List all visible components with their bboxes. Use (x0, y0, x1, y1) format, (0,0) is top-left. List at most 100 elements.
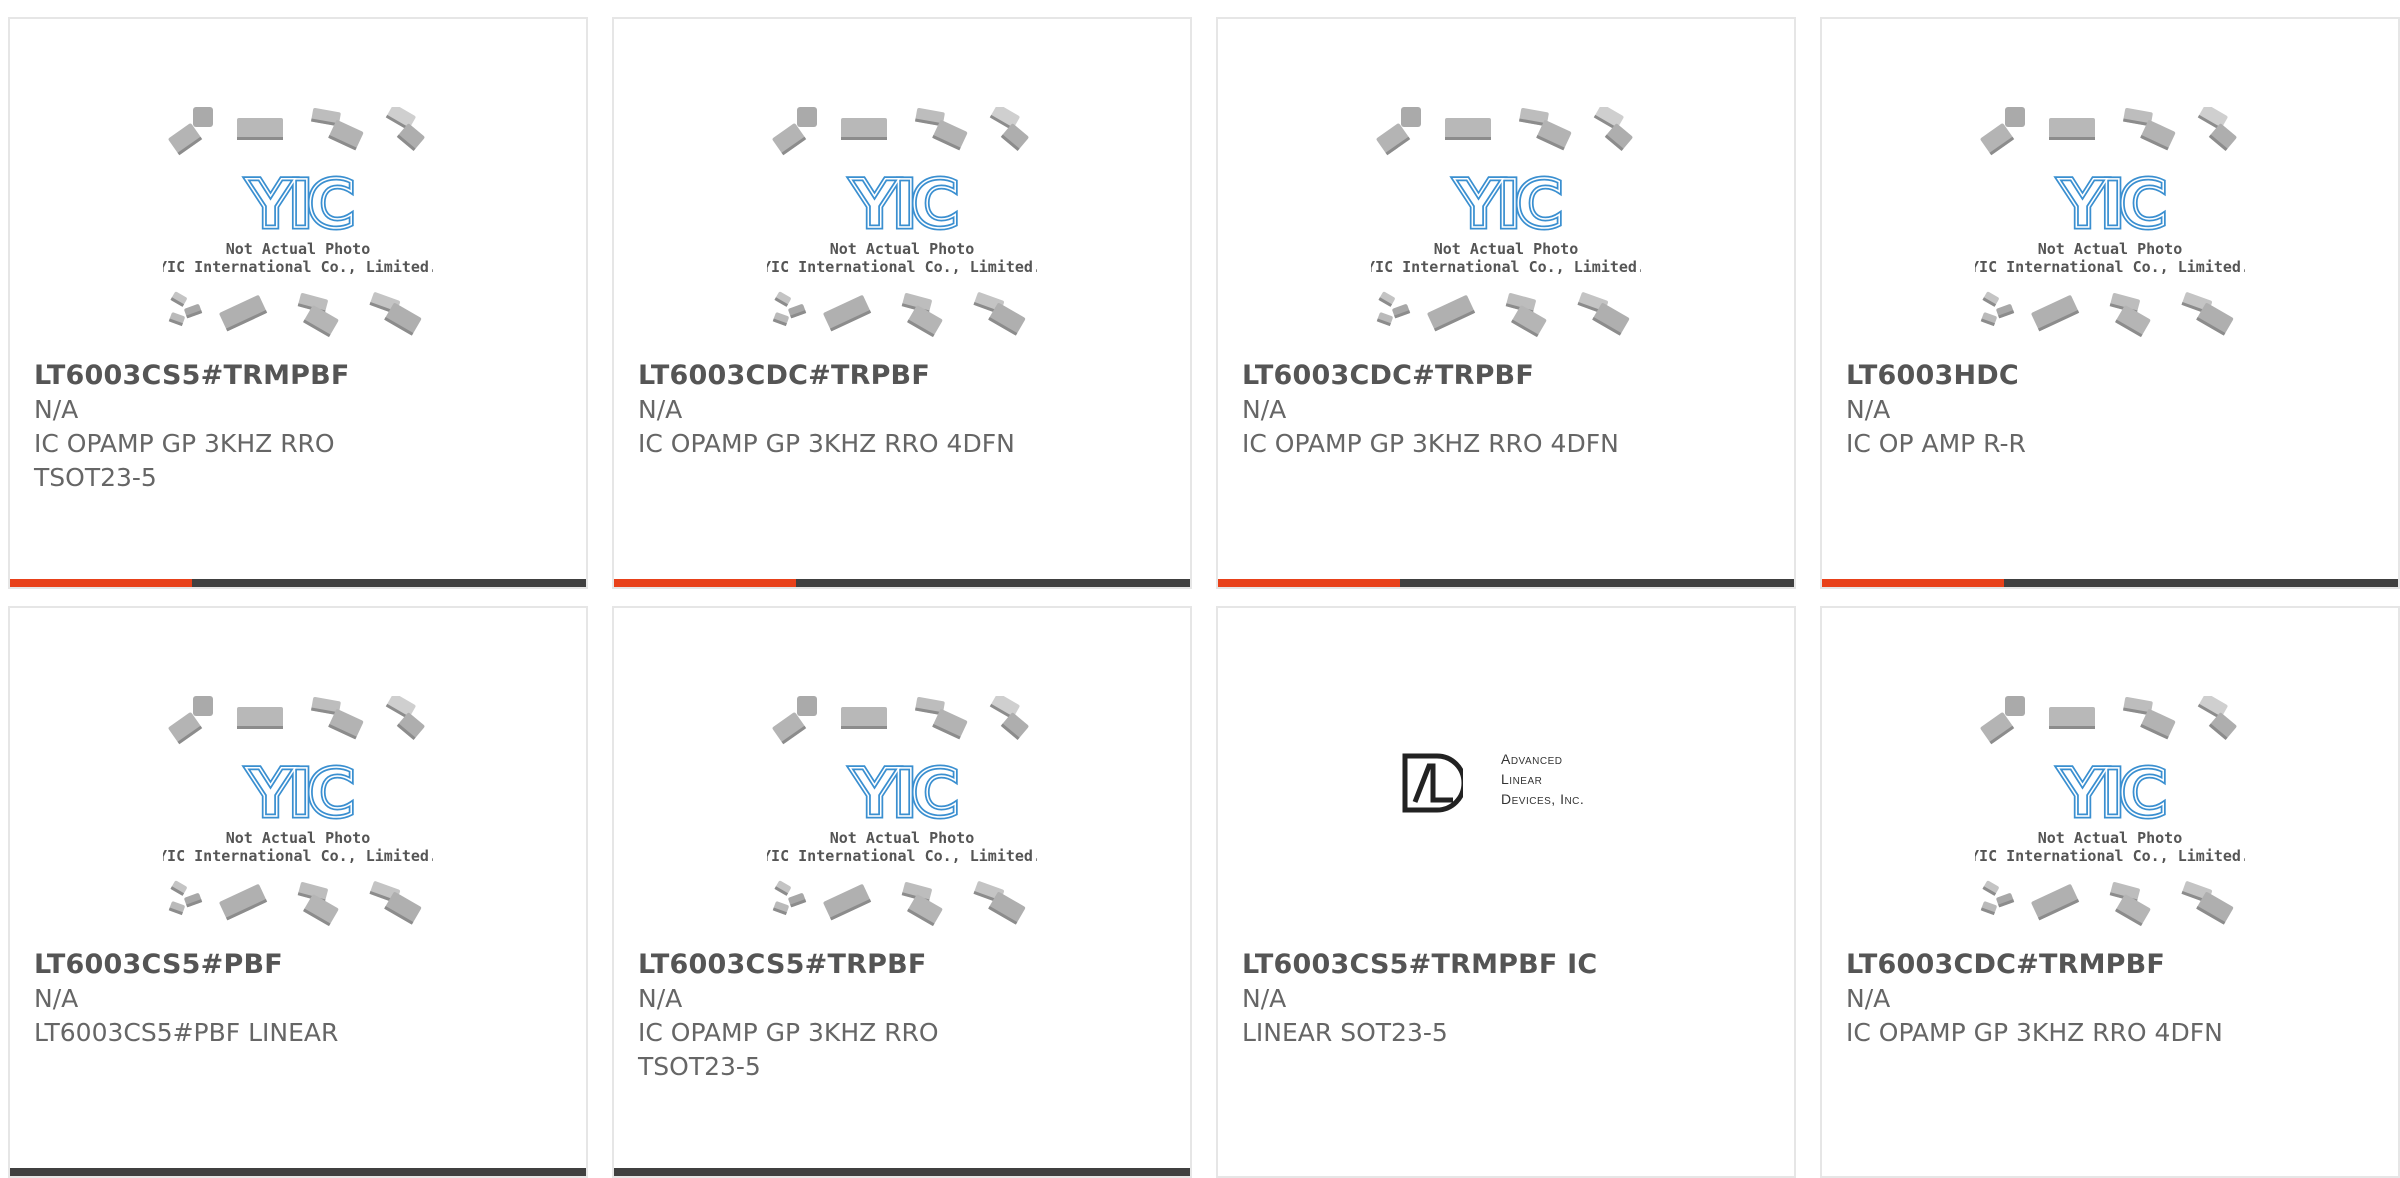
chip-icon (772, 901, 789, 916)
yic-placeholder-image: YICYICNot Actual PhotoYIC International … (1975, 107, 2245, 338)
chip-icon (2031, 295, 2080, 332)
product-card[interactable]: YIC YIC Not Actual Photo YIC International … (612, 606, 1192, 1178)
chip-icon (772, 312, 789, 327)
part-number-link[interactable]: LT6003CDC#TRPBF (1242, 359, 1774, 393)
chip-icon (823, 884, 872, 921)
part-number-link[interactable]: LT6003CS5#TRMPBF IC (1242, 948, 1774, 982)
product-photo-placeholder[interactable]: YIC YIC Not Actual Photo YIC International … (767, 696, 1037, 936)
product-card[interactable]: YIC YIC Not Actual Photo YIC International … (1216, 17, 1796, 589)
svg-text:YIC: YIC (850, 755, 956, 832)
chip-icon (772, 123, 807, 156)
product-photo-placeholder[interactable]: YIC YIC Not Actual Photo YIC International … (1975, 107, 2245, 347)
part-number-link[interactable]: LT6003CS5#PBF (34, 948, 566, 982)
chip-icon (193, 107, 213, 127)
adl-logo-line1: Advanced (1501, 751, 1563, 767)
description-text: IC OPAMP GP 3KHZ RRO 4DFN (1242, 429, 1619, 458)
card-accent-bar (10, 579, 192, 587)
part-number-link[interactable]: LT6003CDC#TRPBF (638, 359, 1170, 393)
yic-logo-icon: YICYIC (847, 164, 964, 246)
chip-icon (774, 880, 791, 896)
part-number-link[interactable]: LT6003CS5#TRMPBF (34, 359, 566, 393)
placeholder-caption-line2: YIC International Co., Limited. (1371, 258, 1641, 276)
chip-icon (1392, 304, 1411, 319)
card-bottom-bar (1218, 579, 1794, 587)
chip-icon (2115, 894, 2151, 927)
placeholder-caption-line2: YIC International Co., Limited. (1975, 847, 2245, 865)
chip-icon (841, 707, 887, 729)
chip-icon (1980, 312, 1997, 327)
chip-icon (841, 118, 887, 140)
chip-icon (1982, 880, 1999, 896)
product-card[interactable]: YIC YIC Not Actual Photo YIC International … (1820, 17, 2400, 589)
yic-placeholder-image: YICYICNot Actual PhotoYIC International … (767, 696, 1037, 927)
chip-icon (1980, 901, 1997, 916)
product-photo-placeholder[interactable]: YIC YIC Not Actual Photo YIC International … (1975, 696, 2245, 936)
product-photo-placeholder[interactable]: YIC YIC Not Actual Photo YIC International … (1371, 107, 1641, 347)
description-text: IC OPAMP GP 3KHZ RRO TSOT23-5 (34, 429, 335, 492)
product-grid: YIC YIC Not Actual Photo YIC International … (8, 17, 2400, 1178)
chip-icon (2049, 118, 2095, 140)
chip-icon (1980, 712, 2015, 745)
manufacturer-logo[interactable]: Advanced Linear Devices, Inc. (1401, 748, 1611, 818)
chip-icon (774, 291, 791, 307)
svg-text:YIC: YIC (1454, 166, 1560, 243)
chip-icon (303, 305, 339, 338)
chip-icon (303, 894, 339, 927)
placeholder-caption-line1: Not Actual Photo (226, 829, 371, 847)
product-card[interactable]: YIC YIC Not Actual Photo YIC International … (8, 606, 588, 1178)
chip-icon (788, 304, 807, 319)
yic-placeholder-image: YICYICNot Actual PhotoYIC International … (1975, 696, 2245, 927)
chip-icon (396, 123, 425, 151)
manufacturer-label: N/A (1242, 984, 1287, 1013)
svg-text:YIC: YIC (246, 166, 352, 243)
placeholder-caption-line1: Not Actual Photo (830, 829, 975, 847)
part-number-link[interactable]: LT6003CDC#TRMPBF (1846, 948, 2378, 982)
card-bottom-bar (10, 1168, 586, 1176)
chip-icon (396, 712, 425, 740)
chip-icon (1427, 295, 1476, 332)
product-info: LT6003CDC#TRMPBF N/A IC OPAMP GP 3KHZ RR… (1846, 948, 2378, 1050)
manufacturer-label: N/A (638, 984, 683, 1013)
yic-logo-icon: YICYIC (847, 753, 964, 835)
adl-logo-line2: Linear (1501, 771, 1543, 787)
description-text: LT6003CS5#PBF LINEAR (34, 1018, 339, 1047)
manufacturer-label: N/A (34, 395, 79, 424)
product-photo-placeholder[interactable]: YIC YIC Not Actual Photo YIC International … (163, 696, 433, 936)
chip-icon (168, 712, 203, 745)
product-photo-placeholder[interactable]: YIC YIC Not Actual Photo YIC International … (767, 107, 1037, 347)
placeholder-caption-line2: YIC International Co., Limited. (767, 847, 1037, 865)
chip-icon (907, 894, 943, 927)
chip-icon (2005, 107, 2025, 127)
yic-placeholder-image: YICYICNot Actual PhotoYIC International … (163, 696, 433, 927)
part-number-link[interactable]: LT6003HDC (1846, 359, 2378, 393)
manufacturer-label: N/A (1846, 395, 1891, 424)
product-card[interactable]: YIC YIC Not Actual Photo YIC International … (612, 17, 1192, 589)
placeholder-caption-line1: Not Actual Photo (226, 240, 371, 258)
chip-icon (1376, 312, 1393, 327)
chip-icon (2208, 712, 2237, 740)
placeholder-caption-line2: YIC International Co., Limited. (767, 258, 1037, 276)
chip-icon (1378, 291, 1395, 307)
chip-icon (1000, 712, 1029, 740)
chip-icon (1980, 123, 2015, 156)
product-info: LT6003CDC#TRPBF N/A IC OPAMP GP 3KHZ RRO… (1242, 359, 1774, 461)
card-bottom-bar (614, 1168, 1190, 1176)
card-accent-bar (614, 579, 796, 587)
chip-icon (170, 291, 187, 307)
product-card[interactable]: YIC YIC Not Actual Photo YIC International … (1820, 606, 2400, 1178)
placeholder-caption-line1: Not Actual Photo (830, 240, 975, 258)
chip-icon (168, 312, 185, 327)
chip-icon (1376, 123, 1411, 156)
product-card[interactable]: YIC YIC Not Actual Photo YIC International … (8, 17, 588, 589)
chip-icon (2005, 696, 2025, 716)
chip-icon (797, 107, 817, 127)
product-card[interactable]: Advanced Linear Devices, Inc. LT6003CS5#… (1216, 606, 1796, 1178)
card-accent-bar (614, 1168, 796, 1176)
chip-icon (1604, 123, 1633, 151)
placeholder-caption-line2: YIC International Co., Limited. (163, 847, 433, 865)
chip-icon (168, 123, 203, 156)
yic-logo-icon: YICYIC (243, 753, 360, 835)
part-number-link[interactable]: LT6003CS5#TRPBF (638, 948, 1170, 982)
product-info: LT6003CS5#TRMPBF N/A IC OPAMP GP 3KHZ RR… (34, 359, 566, 495)
product-photo-placeholder[interactable]: YIC YIC Not Actual Photo YIC International … (163, 107, 433, 347)
